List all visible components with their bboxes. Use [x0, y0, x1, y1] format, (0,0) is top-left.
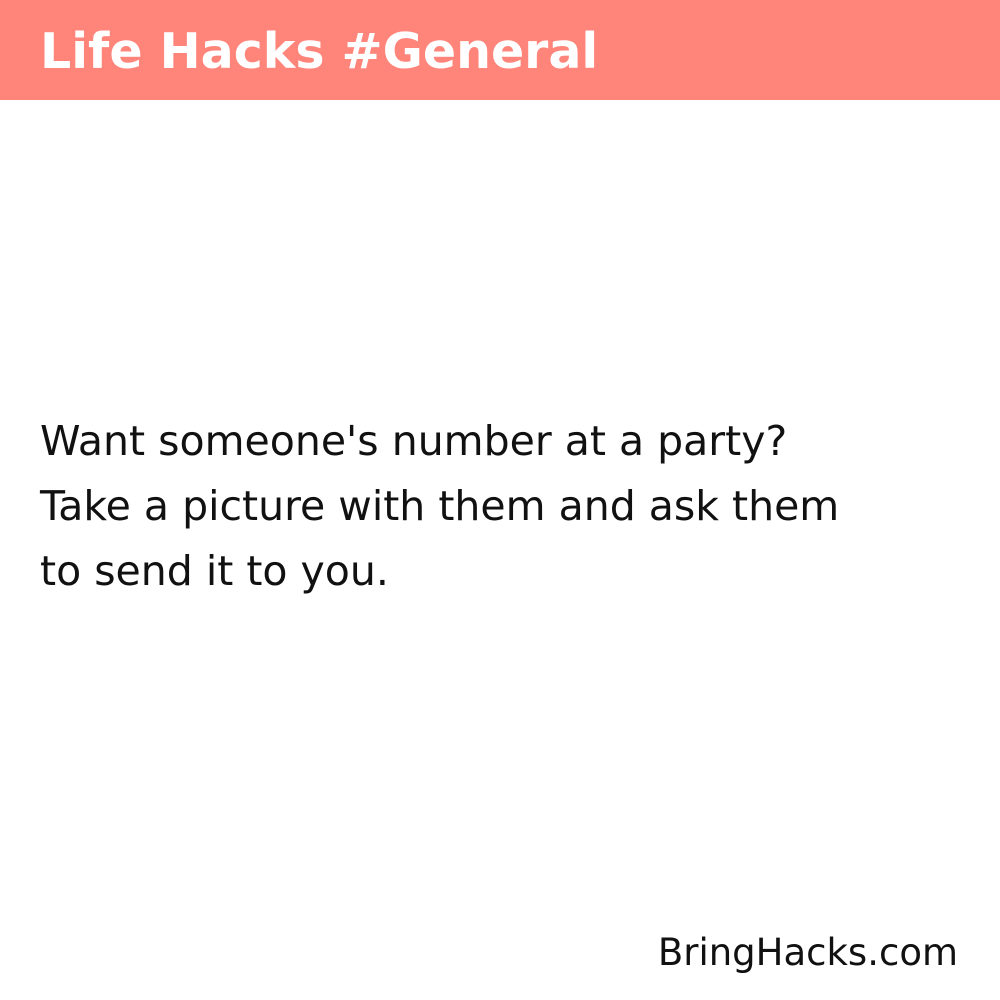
hack-text-line: Want someone's number at a party? — [40, 417, 788, 465]
hack-text-line: Take a picture with them and ask them — [40, 482, 840, 530]
site-credit: BringHacks.com — [657, 931, 958, 974]
hack-text: Want someone's number at a party? Take a… — [40, 409, 960, 604]
hack-text-line: to send it to you. — [40, 547, 389, 595]
header-title: Life Hacks #General — [40, 23, 599, 80]
header-bar: Life Hacks #General — [0, 0, 1000, 100]
